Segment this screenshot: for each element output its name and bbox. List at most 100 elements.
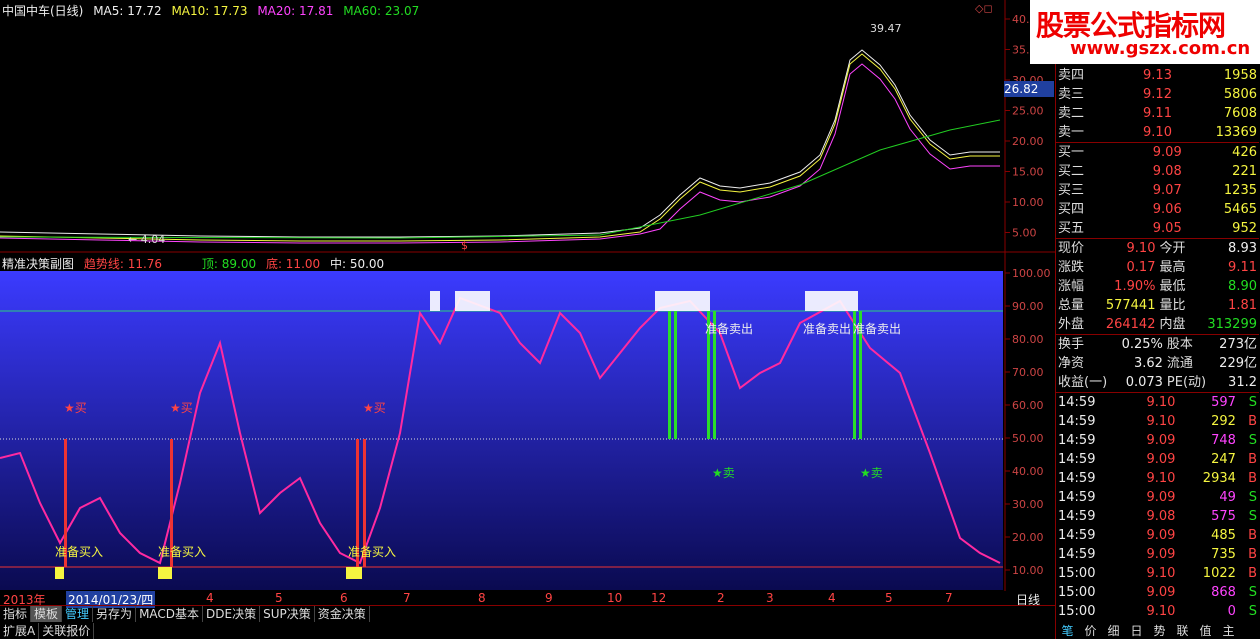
stock-title: 中国中车(日线): [2, 4, 84, 18]
ma10-label: MA10: 17.73: [171, 4, 248, 18]
tab-dde[interactable]: DDE决策: [203, 606, 261, 622]
tick-row[interactable]: 14:59 9.08 575 S: [1056, 507, 1259, 526]
tab-macd[interactable]: MACD基本: [136, 606, 204, 622]
tick-row[interactable]: 14:59 9.09 485 B: [1056, 526, 1259, 545]
month-tick: 6: [340, 591, 348, 605]
tick-time: 14:59: [1058, 490, 1096, 505]
stat-row[interactable]: 换手 0.25% 股本 273亿: [1056, 335, 1259, 355]
stat-value: 313299: [1207, 317, 1257, 332]
sell-star-label-1: ★卖: [712, 466, 735, 480]
month-tick: 4: [828, 591, 836, 605]
tick-price: 9.10: [1146, 471, 1176, 486]
stat-value: 229亿: [1219, 356, 1257, 371]
tick-row[interactable]: 14:59 9.09 748 S: [1056, 431, 1259, 450]
stat-label: 最低: [1159, 279, 1186, 294]
tab-capital[interactable]: 资金决策: [315, 606, 370, 622]
btn-day[interactable]: 日: [1125, 623, 1148, 639]
stat-value: 31.2: [1228, 375, 1257, 390]
tick-time: 14:59: [1058, 395, 1096, 410]
stat-row[interactable]: 收益(一) 0.073 PE(动) 31.2: [1056, 373, 1259, 392]
btn-value[interactable]: 值: [1194, 623, 1217, 639]
btn-main[interactable]: 主: [1217, 623, 1240, 639]
tick-side: B: [1248, 547, 1257, 562]
buy-order-row[interactable]: 买五 9.05 952: [1056, 219, 1259, 238]
tab-template[interactable]: 模板: [31, 606, 63, 622]
month-tick: 7: [945, 591, 953, 605]
sell-star-label-2: ★卖: [860, 466, 883, 480]
order-price: 9.07: [1152, 183, 1182, 198]
buy-order-row[interactable]: 买一 9.09 426: [1056, 143, 1259, 163]
tab-indicator[interactable]: 指标: [0, 606, 32, 622]
stat-row[interactable]: 涨跌 0.17 最高 9.11: [1056, 258, 1259, 277]
stat-row[interactable]: 总量 577441 量比 1.81: [1056, 296, 1259, 315]
btn-price[interactable]: 价: [1079, 623, 1102, 639]
buy-orders: 买一 9.09 426 买二 9.08 221 买三 9.07 1235 买四 9.06 5465 买五…: [1056, 142, 1259, 238]
buy-order-row[interactable]: 买二 9.08 221: [1056, 162, 1259, 181]
stat-row[interactable]: 外盘 264142 内盘 313299: [1056, 315, 1259, 334]
stat-value: 8.93: [1228, 241, 1257, 256]
tick-side: S: [1248, 604, 1257, 619]
sell-order-row[interactable]: 卖四 9.13 1958: [1056, 66, 1259, 85]
tick-volume: 49: [1219, 490, 1236, 505]
low-price-label: ← 4.04: [128, 233, 166, 246]
order-volume: 13369: [1215, 125, 1257, 140]
order-label: 买四: [1058, 202, 1085, 217]
tick-row[interactable]: 14:59 9.10 2934 B: [1056, 469, 1259, 488]
tab-related-quotes[interactable]: 关联报价: [39, 623, 95, 639]
tab-sup[interactable]: SUP决策: [260, 606, 315, 622]
main-y-tick: 5.00: [1012, 227, 1037, 240]
main-price-chart[interactable]: 40.0035.0030.0025.0020.0015.0010.005.00 …: [0, 0, 1055, 253]
tick-price: 9.09: [1146, 433, 1176, 448]
stat-row[interactable]: 涨幅 1.90% 最低 8.90: [1056, 277, 1259, 296]
stat-label: 总量: [1058, 298, 1085, 313]
btn-bi[interactable]: 笔: [1056, 623, 1079, 639]
stat-value: 9.10: [1126, 241, 1156, 256]
indicator-subchart[interactable]: 100.00 90.00 80.00 70.00 60.00 50.00 40.00 30.0…: [0, 253, 1051, 593]
stats-table: 现价 9.10 今开 8.93 涨跌 0.17 最高 9.11 涨幅 1.90% 最低 8.90 总量 5…: [1056, 238, 1259, 334]
buy-order-row[interactable]: 买四 9.06 5465: [1056, 200, 1259, 219]
tick-row[interactable]: 14:59 9.09 735 B: [1056, 545, 1259, 564]
tick-price: 9.10: [1146, 604, 1176, 619]
tick-row[interactable]: 14:59 9.10 597 S: [1056, 393, 1259, 413]
tick-row[interactable]: 14:59 9.09 49 S: [1056, 488, 1259, 507]
stat-row[interactable]: 现价 9.10 今开 8.93: [1056, 239, 1259, 259]
tab-save-as[interactable]: 另存为: [93, 606, 137, 622]
stat-value: 3.62: [1133, 356, 1163, 371]
bottom-zone-fill: [346, 567, 362, 579]
stat-value: 0.17: [1126, 260, 1156, 275]
tick-price: 9.10: [1146, 414, 1176, 429]
tick-row[interactable]: 14:59 9.10 292 B: [1056, 412, 1259, 431]
month-tick: 3: [766, 591, 774, 605]
order-volume: 1958: [1223, 68, 1257, 83]
stat-row[interactable]: 净资 3.62 流通 229亿: [1056, 354, 1259, 373]
sub-y-tick: 40.00: [1012, 465, 1044, 478]
sell-order-row[interactable]: 卖一 9.10 13369: [1056, 123, 1259, 142]
ma20-label: MA20: 17.81: [257, 4, 334, 18]
stat-value: 0.25%: [1121, 337, 1163, 352]
order-price: 9.11: [1143, 106, 1172, 121]
tick-side: S: [1248, 433, 1257, 448]
tick-volume: 292: [1211, 414, 1236, 429]
tick-row[interactable]: 15:00 9.09 868 S: [1056, 583, 1259, 602]
sell-order-row[interactable]: 卖三 9.12 5806: [1056, 85, 1259, 104]
btn-link[interactable]: 联: [1171, 623, 1194, 639]
tab-manage[interactable]: 管理: [62, 606, 94, 622]
ma60-label: MA60: 23.07: [343, 4, 420, 18]
sell-order-row[interactable]: 卖二 9.11 7608: [1056, 104, 1259, 123]
order-label: 卖三: [1058, 87, 1085, 102]
ma5-label: MA5: 17.72: [93, 4, 162, 18]
tick-row[interactable]: 15:00 9.10 0 S: [1056, 602, 1259, 621]
tick-row[interactable]: 15:00 9.10 1022 B: [1056, 564, 1259, 583]
top-zone-fill: [430, 291, 440, 311]
sell-ready-label-2: 准备卖出: [803, 322, 852, 336]
btn-trend[interactable]: 势: [1148, 623, 1171, 639]
tick-table: 14:59 9.10 597 S 14:59 9.10 292 B 14:59 9.09 748 S 1…: [1056, 392, 1259, 621]
tab-extension-a[interactable]: 扩展A: [0, 623, 40, 639]
btn-detail[interactable]: 细: [1102, 623, 1125, 639]
window-corner-icon[interactable]: ◇◻: [975, 2, 993, 15]
stat-label: PE(动): [1166, 375, 1207, 390]
stat-value: 577441: [1105, 298, 1156, 313]
buy-order-row[interactable]: 买三 9.07 1235: [1056, 181, 1259, 200]
tick-time: 14:59: [1058, 452, 1096, 467]
tick-row[interactable]: 14:59 9.09 247 B: [1056, 450, 1259, 469]
